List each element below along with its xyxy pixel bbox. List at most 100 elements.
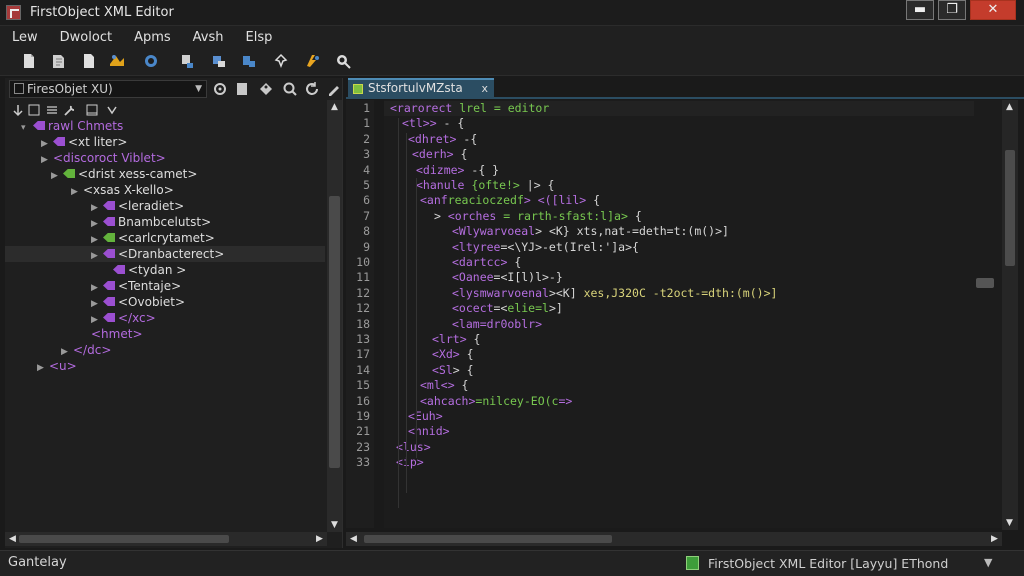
collapse-icon[interactable]	[233, 80, 251, 98]
refresh-icon[interactable]	[303, 80, 321, 98]
copy-icon[interactable]	[142, 52, 160, 70]
expander-icon[interactable]: ▶	[37, 360, 49, 376]
code-token: reacioczedf	[447, 193, 524, 208]
code-line[interactable]: <dartcc> {	[452, 255, 521, 270]
window-icon[interactable]	[85, 102, 99, 116]
code-line[interactable]: <Oanee=<I[l)l>-}	[452, 270, 563, 285]
tree-horizontal-scrollbar[interactable]: ◀ ▶	[5, 532, 327, 546]
node-icon[interactable]	[27, 102, 41, 116]
tree-node[interactable]: ▶ <Ovobiet>	[91, 294, 185, 310]
scroll-down-icon[interactable]: ▼	[1002, 516, 1017, 530]
scroll-thumb[interactable]	[1005, 150, 1015, 266]
code-line[interactable]: <ocect=<elie=l>]	[452, 301, 563, 316]
tree-node[interactable]: <hmet>	[79, 326, 143, 342]
code-line[interactable]: <lrt> {	[432, 332, 480, 347]
tree-vertical-scrollbar[interactable]: ▲ ▼	[327, 100, 342, 532]
undo-icon[interactable]	[210, 52, 228, 70]
scroll-down-icon[interactable]: ▼	[327, 518, 342, 532]
close-button[interactable]: ✕	[970, 0, 1016, 20]
code-line[interactable]: > <orches = rarth-sfast:l]a> {	[434, 209, 642, 224]
scroll-left-icon[interactable]: ◀	[346, 532, 361, 546]
bookmark-marker[interactable]	[976, 278, 994, 288]
expand-all-icon[interactable]	[11, 102, 25, 117]
tree-node[interactable]: ▶ Bnambcelutst>	[91, 214, 211, 230]
open-file-icon[interactable]	[50, 52, 68, 70]
scroll-right-icon[interactable]: ▶	[312, 532, 327, 546]
editor-vertical-scrollbar[interactable]: ▲ ▼	[1002, 100, 1018, 530]
code-line[interactable]: <Xd> {	[432, 347, 474, 362]
scroll-thumb[interactable]	[329, 196, 340, 468]
tree-node[interactable]: ▾ rawl Chmets	[21, 118, 123, 134]
close-tab-icon[interactable]: x	[481, 80, 488, 97]
menu-item-elsp[interactable]: Elsp	[246, 30, 273, 45]
scroll-thumb[interactable]	[19, 535, 229, 543]
save-file-icon[interactable]	[80, 52, 98, 70]
code-line[interactable]: <derh> {	[412, 147, 467, 162]
editor-horizontal-scrollbar[interactable]: ◀ ▶	[346, 532, 1002, 546]
tools-icon[interactable]	[334, 52, 352, 70]
maximize-button[interactable]: ❐	[938, 0, 966, 20]
redo-icon[interactable]	[240, 52, 258, 70]
expander-icon[interactable]: ▾	[21, 120, 33, 136]
menu-item-lew[interactable]: Lew	[12, 30, 38, 45]
find-icon[interactable]	[272, 52, 290, 70]
code-line[interactable]: <anfreacioczedf> <([lil> {	[420, 193, 600, 208]
scroll-left-icon[interactable]: ◀	[5, 532, 20, 546]
tree-node[interactable]: ▶ <leradiet>	[91, 198, 184, 214]
tree-node[interactable]: ▶ <Tentaje>	[91, 278, 181, 294]
code-line[interactable]: <Euh>	[408, 409, 443, 424]
paste-icon[interactable]	[178, 52, 196, 70]
scroll-up-icon[interactable]: ▲	[1002, 100, 1017, 114]
menu-item-apms[interactable]: Apms	[134, 30, 171, 45]
tree-node-selected[interactable]: ▶ <Dranbacterect>	[5, 246, 325, 262]
list-icon[interactable]	[45, 102, 59, 116]
code-line[interactable]: <dhret> -{	[408, 132, 477, 147]
format-icon[interactable]	[304, 52, 322, 70]
tree-node[interactable]: ▶ </xc>	[91, 310, 156, 326]
code-line[interactable]: <lysmwarvoenal><K] xes,J320C -t2oct-=dth…	[452, 286, 777, 301]
tree-node[interactable]: <tydan >	[101, 262, 186, 278]
element-icon	[103, 217, 115, 226]
code-line[interactable]: <ml<> {	[420, 378, 468, 393]
scroll-right-icon[interactable]: ▶	[987, 532, 1002, 546]
tree-node[interactable]: ▶ <xt liter>	[41, 134, 127, 150]
settings-icon[interactable]	[211, 80, 229, 98]
menu-item-dwoloct[interactable]: Dwoloct	[60, 30, 112, 45]
tree-node[interactable]: ▶ <u>	[37, 358, 77, 374]
filter-icon[interactable]	[105, 102, 119, 116]
wrench-icon[interactable]	[63, 102, 77, 116]
tree-node[interactable]: ▶ <drist xess-camet>	[51, 166, 197, 182]
code-token: <lam=dr0oblr>	[452, 316, 543, 331]
chevron-down-icon[interactable]: ▼	[195, 81, 202, 97]
tree-node[interactable]: ▶ </dc>	[61, 342, 111, 358]
chevron-down-icon[interactable]: ▼	[984, 556, 992, 569]
code-line[interactable]: <ahcach>=nilcey-EO(c=>	[420, 394, 572, 409]
scroll-thumb[interactable]	[364, 535, 612, 543]
code-line[interactable]: <ltyree=<\YJ>-et(Irel:']a>{	[452, 240, 639, 255]
cut-icon[interactable]	[108, 52, 126, 70]
new-file-icon[interactable]	[20, 52, 38, 70]
code-line[interactable]: <hanule {ofte!> |> {	[416, 178, 554, 193]
tree-node[interactable]: ▶ <carlcrytamet>	[91, 230, 215, 246]
code-line[interactable]: <tl>> - {	[402, 116, 464, 131]
menu-item-avsh[interactable]: Avsh	[193, 30, 224, 45]
search-icon[interactable]	[281, 80, 299, 98]
expander-icon[interactable]: ▶	[51, 168, 63, 184]
document-selector[interactable]: FiresObjet XU) ▼	[9, 80, 207, 98]
edit-icon[interactable]	[325, 80, 343, 98]
tree-node[interactable]: ▶ <xsas X-kello>	[71, 182, 174, 198]
code-line[interactable]: <dizme> -{ }	[416, 163, 499, 178]
code-line[interactable]: <lus>	[396, 440, 431, 455]
code-line[interactable]: <Sl> {	[432, 363, 474, 378]
scroll-up-icon[interactable]: ▲	[327, 100, 342, 114]
code-line[interactable]: <lam=dr0oblr>	[452, 317, 542, 332]
minimize-button[interactable]: ▬	[906, 0, 934, 20]
code-line[interactable]: <Wlywarvoeal> <K} xts,nat-=deth=t:(m()>]	[452, 224, 729, 239]
code-line[interactable]: <rarorect lrel = editor	[390, 101, 549, 116]
code-line[interactable]: <ip>	[396, 455, 424, 470]
tab-document[interactable]: StsfortulvMZsta x	[348, 78, 494, 98]
expander-icon[interactable]: ▶	[71, 184, 83, 200]
tree-node[interactable]: ▶ <discoroct Viblet>	[41, 150, 166, 166]
code-line[interactable]: <hnid>	[408, 424, 450, 439]
tag-icon[interactable]	[257, 80, 275, 98]
